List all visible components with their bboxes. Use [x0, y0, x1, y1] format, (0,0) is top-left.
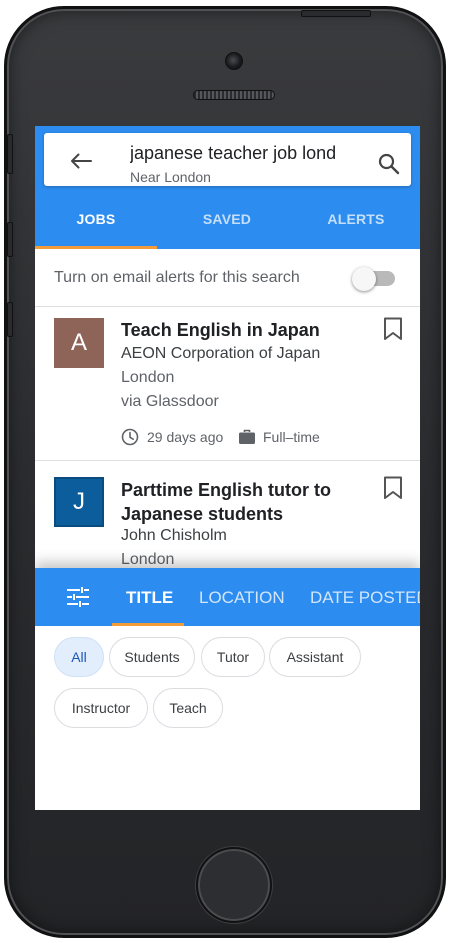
app-header: japanese teacher job lond Near London JO…: [35, 126, 420, 249]
chip-tutor[interactable]: Tutor: [201, 637, 265, 677]
filter-tab-date-posted[interactable]: DATE POSTED: [310, 568, 420, 626]
job-location: London: [121, 369, 175, 386]
filter-tab-bar: TITLE LOCATION DATE POSTED: [35, 568, 420, 626]
job-location: London: [121, 551, 175, 568]
earpiece-speaker: [193, 90, 275, 100]
tab-alerts[interactable]: ALERTS: [297, 202, 415, 249]
filter-tab-location[interactable]: LOCATION: [199, 568, 285, 626]
job-source: via Glassdoor: [121, 393, 219, 410]
tune-icon[interactable]: [67, 587, 89, 607]
toggle-thumb[interactable]: [352, 267, 376, 291]
company-logo: J: [54, 477, 104, 527]
job-company: John Chisholm: [121, 527, 227, 544]
search-icon[interactable]: [378, 153, 400, 175]
job-company: AEON Corporation of Japan: [121, 345, 321, 362]
briefcase-icon: [239, 429, 255, 444]
search-location: Near London: [130, 169, 211, 185]
volume-up-button: [7, 222, 13, 257]
filter-tab-indicator: [112, 623, 184, 626]
search-box[interactable]: japanese teacher job lond Near London: [44, 133, 411, 186]
company-logo: A: [54, 318, 104, 368]
email-alert-row: Turn on email alerts for this search: [35, 249, 420, 307]
home-button[interactable]: [196, 847, 272, 923]
bookmark-icon[interactable]: [383, 317, 403, 341]
email-alert-label: Turn on email alerts for this search: [54, 269, 300, 286]
back-arrow-icon[interactable]: [70, 153, 92, 169]
filter-tab-title[interactable]: TITLE: [126, 568, 173, 626]
job-title[interactable]: Teach English in Japan: [121, 318, 371, 342]
volume-down-button: [7, 302, 13, 337]
posted-date: 29 days ago: [147, 429, 224, 445]
job-type: Full–time: [263, 429, 320, 445]
job-card[interactable]: A Teach English in Japan AEON Corporatio…: [35, 307, 420, 461]
chip-instructor[interactable]: Instructor: [54, 688, 148, 728]
tab-saved[interactable]: SAVED: [165, 202, 289, 249]
tab-bar: JOBS SAVED ALERTS: [35, 202, 420, 249]
mute-switch: [7, 134, 13, 174]
power-button: [301, 10, 371, 17]
bookmark-icon[interactable]: [383, 476, 403, 500]
front-camera: [225, 52, 243, 70]
chip-assistant[interactable]: Assistant: [269, 637, 361, 677]
tab-jobs[interactable]: JOBS: [35, 202, 157, 249]
screen: japanese teacher job lond Near London JO…: [35, 126, 420, 810]
filter-panel: TITLE LOCATION DATE POSTED All Students …: [35, 568, 420, 810]
chip-students[interactable]: Students: [109, 637, 195, 677]
chip-teach[interactable]: Teach: [153, 688, 223, 728]
chip-all[interactable]: All: [54, 637, 104, 677]
clock-icon: [121, 428, 139, 446]
job-title[interactable]: Parttime English tutor to Japanese stude…: [121, 478, 371, 526]
search-query[interactable]: japanese teacher job lond: [130, 143, 342, 165]
